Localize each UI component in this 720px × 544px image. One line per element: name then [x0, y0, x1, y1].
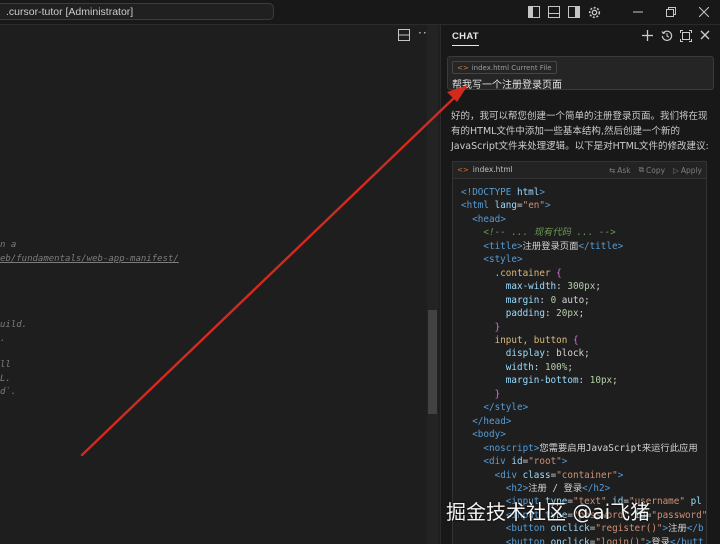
code-fragment: ll: [0, 360, 11, 370]
toggle-primary-sidebar-icon[interactable]: [525, 4, 543, 20]
close-icon[interactable]: [700, 30, 710, 43]
history-icon[interactable]: [661, 30, 673, 45]
code-line: .container {: [494, 267, 562, 279]
toggle-secondary-sidebar-icon[interactable]: [565, 4, 583, 20]
editor-scrollbar-thumb[interactable]: [428, 310, 437, 414]
restore-button[interactable]: [654, 0, 687, 24]
watermark: 掘金技术社区 @ai飞猪: [446, 500, 651, 524]
copy-icon: ⧉: [638, 165, 644, 174]
code-line: </style>: [483, 402, 529, 414]
code-line: display: block;: [505, 348, 590, 360]
code-fragment: uild.: [0, 320, 28, 330]
code-line: <button onclick="login()">登录</butt: [505, 536, 704, 544]
code-lines[interactable]: <!DOCTYPE html> <html lang="en"> <head> <…: [461, 186, 706, 544]
assistant-answer-text: 好的，我可以帮您创建一个简单的注册登录页面。我们将在现有的HTML文件中添加一些…: [451, 111, 709, 152]
code-fragment: n a: [0, 240, 17, 250]
minimize-button[interactable]: [621, 0, 654, 24]
html-file-icon: <>: [457, 63, 469, 72]
toggle-panel-icon[interactable]: [545, 4, 563, 20]
code-line: <title>注册登录页面</title>: [483, 240, 624, 252]
code-line: <!DOCTYPE html>: [461, 187, 545, 198]
editor-area[interactable]: ··· n a eb/fundamentals/web-app-manifest…: [0, 25, 438, 544]
code-line: width: 100%;: [505, 361, 573, 373]
code-line: }: [494, 321, 501, 333]
code-line: <div id="root">: [483, 456, 568, 468]
code-block-header: <> index.html ⇆ Ask ⧉ Copy ▷ Apply: [453, 162, 706, 179]
code-fragment: d`.: [0, 387, 17, 397]
code-line: input, button {: [494, 334, 579, 346]
copy-button[interactable]: ⧉ Copy: [639, 165, 665, 175]
code-block-filename: index.html: [472, 165, 513, 174]
code-line: }: [494, 388, 501, 400]
customize-layout-icon[interactable]: [585, 4, 603, 20]
chat-header: CHAT: [441, 25, 720, 51]
chat-panel: CHAT <> index.html Current File 帮我写一个注册登…: [440, 25, 720, 544]
apply-button[interactable]: ▷ Apply: [673, 165, 702, 175]
title-bar: .cursor-tutor [Administrator]: [0, 0, 720, 25]
ask-button[interactable]: ⇆ Ask: [609, 165, 631, 175]
code-line: <noscript>您需要启用JavaScript来运行此应用: [483, 442, 698, 454]
code-line: padding: 20px;: [505, 308, 585, 320]
maximize-icon[interactable]: [680, 30, 692, 45]
code-line: <html lang="en">: [461, 200, 551, 212]
ask-icon: ⇆: [608, 165, 616, 175]
split-editor-icon[interactable]: [398, 29, 410, 44]
user-message-text: 帮我写一个注册登录页面: [452, 80, 562, 91]
code-fragment: L.: [0, 374, 11, 384]
code-block: <> index.html ⇆ Ask ⧉ Copy ▷ Apply <!DOCTYP…: [452, 161, 707, 544]
code-line: </head>: [472, 415, 512, 427]
editor-toolbar: ···: [0, 25, 438, 49]
current-file-chip[interactable]: <> index.html Current File: [452, 61, 557, 74]
html-file-icon: <>: [457, 165, 469, 174]
code-fragment: .: [0, 334, 6, 344]
user-message[interactable]: <> index.html Current File 帮我写一个注册登录页面: [447, 56, 714, 91]
code-line: max-width: 300px;: [505, 281, 601, 293]
command-center-search[interactable]: .cursor-tutor [Administrator]: [0, 3, 274, 20]
code-line: <body>: [472, 429, 506, 441]
code-line: <!-- ... 现有代码 ... -->: [461, 227, 616, 239]
new-chat-icon[interactable]: [642, 30, 653, 44]
code-line: <style>: [483, 254, 523, 266]
code-line: <head>: [472, 213, 506, 225]
code-line: margin: 0 auto;: [505, 294, 590, 306]
code-line: <h2>注册 / 登录</h2>: [505, 482, 611, 494]
code-line: <div class="container">: [494, 469, 624, 481]
code-link-fragment[interactable]: eb/fundamentals/web-app-manifest/: [0, 254, 179, 264]
editor-scrollbar[interactable]: [427, 25, 438, 544]
apply-icon: ▷: [673, 165, 679, 175]
close-window-button[interactable]: [687, 0, 720, 24]
code-line: margin-bottom: 10px;: [505, 375, 618, 387]
chat-tab-title[interactable]: CHAT: [452, 31, 479, 46]
